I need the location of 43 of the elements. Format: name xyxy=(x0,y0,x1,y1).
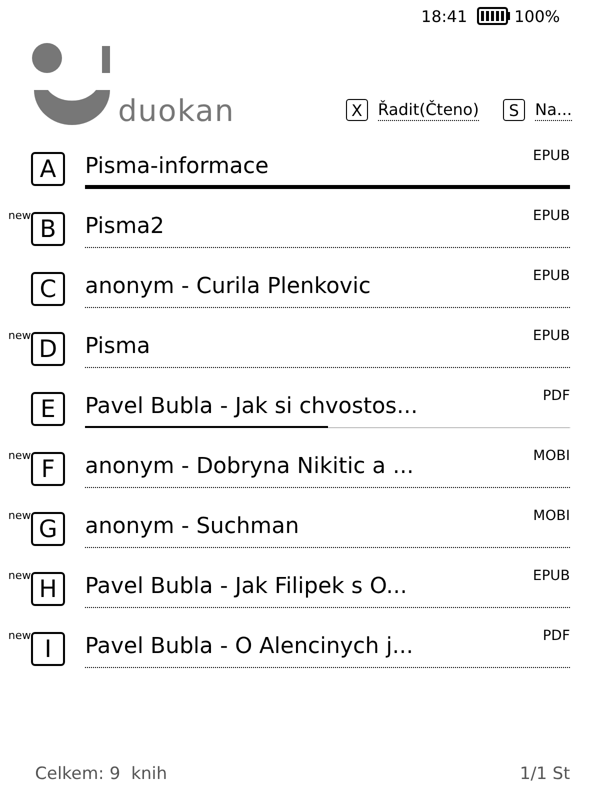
key-hint: G xyxy=(31,512,65,546)
clock-time: 18:41 xyxy=(421,6,468,26)
new-label: new xyxy=(8,329,31,342)
key-hint: E xyxy=(31,392,65,426)
format-label: EPUB xyxy=(532,328,570,344)
logo-wordmark: duokan xyxy=(118,97,235,127)
book-title[interactable]: Pisma xyxy=(85,333,150,361)
format-label: EPUB xyxy=(532,568,570,584)
new-label: new xyxy=(8,569,31,582)
key-hint: D xyxy=(31,332,65,366)
book-title[interactable]: Pavel Bubla - Jak si chvostos... xyxy=(85,393,418,421)
format-label: PDF xyxy=(542,628,570,644)
new-label: new xyxy=(8,449,31,462)
page-indicator: 1/1 St xyxy=(520,764,570,784)
book-count: Celkem: 9 knih xyxy=(35,764,168,784)
key-hint: B xyxy=(31,212,65,246)
format-label: EPUB xyxy=(532,268,570,284)
book-title[interactable]: Pavel Bubla - O Alencinych j... xyxy=(85,633,414,661)
book-title[interactable]: Pisma2 xyxy=(85,213,164,241)
format-label: MOBI xyxy=(533,508,570,524)
battery-level: 100% xyxy=(514,6,560,26)
book-title[interactable]: Pisma-informace xyxy=(85,153,269,181)
format-label: EPUB xyxy=(532,148,570,164)
toolbar-link[interactable]: Řadit(Čteno) xyxy=(378,100,479,120)
book-title[interactable]: anonym - Curila Plenkovic xyxy=(85,273,371,301)
key-hint: X xyxy=(346,99,368,121)
format-label: PDF xyxy=(542,388,570,404)
new-label: new xyxy=(8,209,31,222)
new-label: new xyxy=(8,509,31,522)
battery-icon xyxy=(477,7,512,25)
book-title[interactable]: Pavel Bubla - Jak Filipek s O... xyxy=(85,573,408,601)
key-hint: S xyxy=(502,99,525,121)
key-hint: A xyxy=(31,152,65,186)
format-label: EPUB xyxy=(532,208,570,224)
book-title[interactable]: anonym - Suchman xyxy=(85,513,300,541)
new-label: new xyxy=(8,629,31,642)
key-hint: H xyxy=(31,572,65,606)
key-hint: F xyxy=(31,452,65,486)
book-title[interactable]: anonym - Dobryna Nikitic a ... xyxy=(85,453,414,481)
key-hint: I xyxy=(31,632,65,666)
toolbar-link[interactable]: Na... xyxy=(534,100,572,120)
format-label: MOBI xyxy=(533,448,570,464)
key-hint: C xyxy=(31,272,65,306)
